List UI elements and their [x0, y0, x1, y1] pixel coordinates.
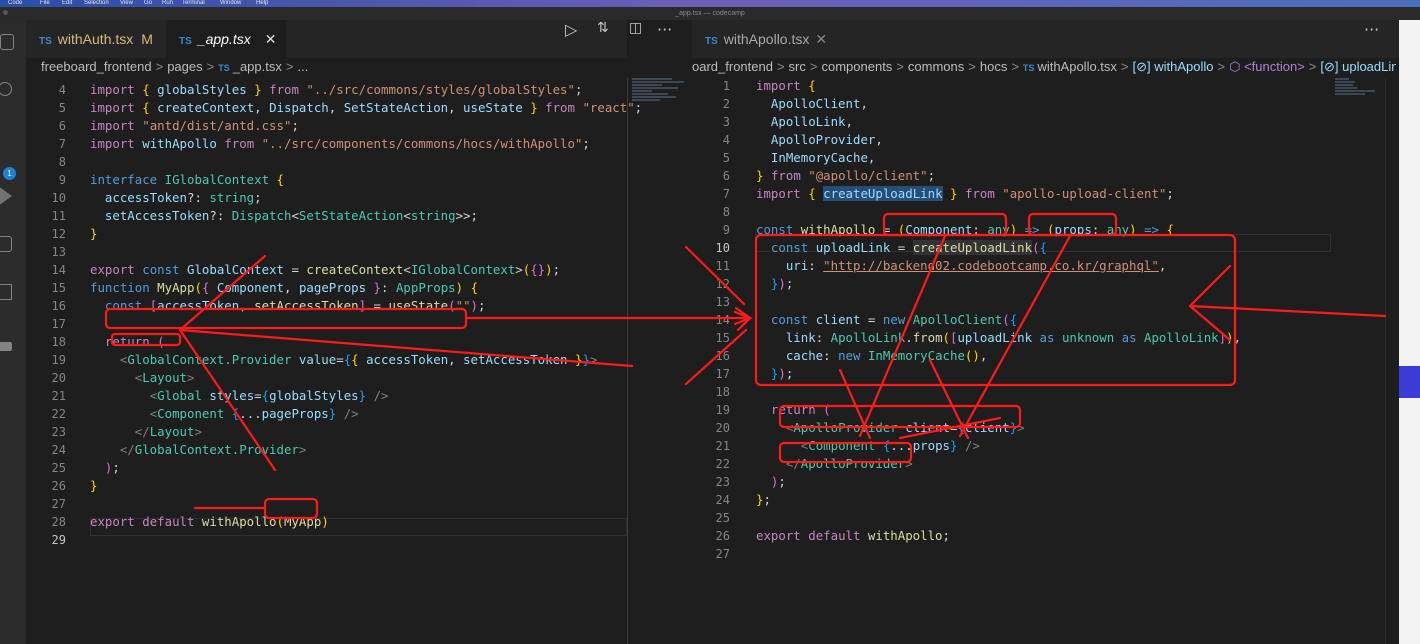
- annotation-box: [110, 332, 182, 347]
- annotation-arrow: [838, 234, 1072, 440]
- annotation-box: [263, 497, 319, 520]
- annotation-arrow: [684, 245, 752, 386]
- annotation-box: [778, 404, 1022, 429]
- annotation-overlay: [104, 212, 1387, 520]
- annotation-box: [754, 233, 1237, 387]
- annotation-arrow: [464, 310, 753, 326]
- annotation-box: [882, 212, 1008, 237]
- annotation-box: [778, 441, 913, 464]
- annotation-box: [1027, 212, 1118, 237]
- annotation-arrow: [1188, 264, 1387, 342]
- annotation-arrow: [178, 254, 634, 472]
- annotation-box: [104, 307, 468, 330]
